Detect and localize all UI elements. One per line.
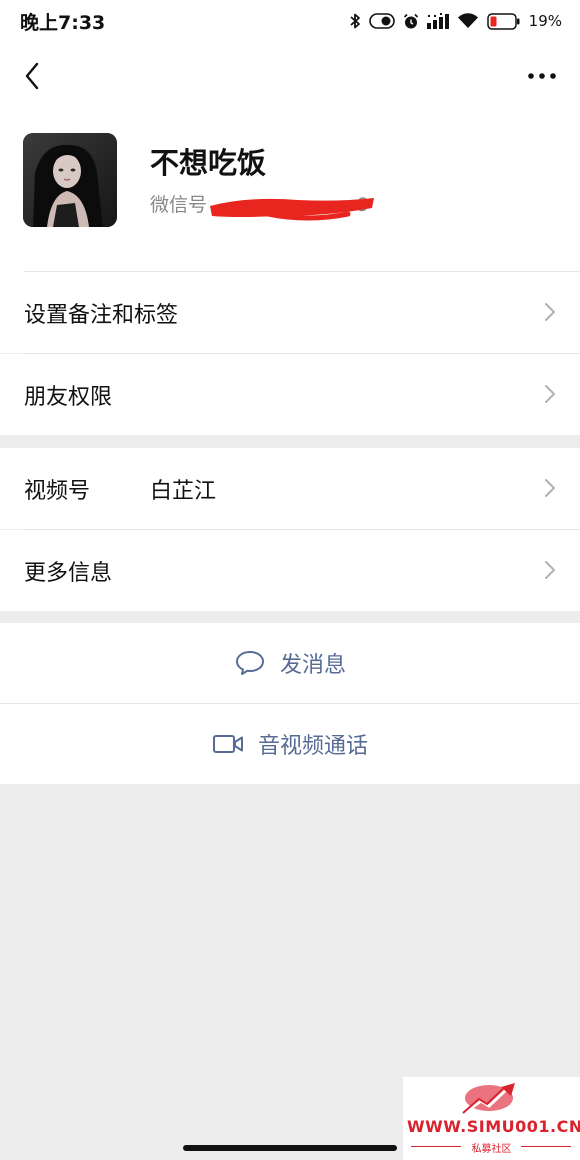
row-friend-permissions-label: 朋友权限 (24, 384, 113, 410)
row-remark-tags[interactable]: 设置备注和标签 (0, 272, 580, 353)
status-icons: 19% (349, 12, 562, 30)
avatar-image (23, 133, 117, 227)
row-more-info[interactable]: 更多信息 (0, 530, 580, 611)
status-bar: 晚上7:33 19% (0, 0, 580, 42)
chevron-right-icon (545, 561, 555, 579)
contact-name: 不想吃饭 (150, 146, 267, 180)
more-dots-icon (528, 73, 556, 79)
cellular-signal-icon (426, 13, 449, 29)
chat-bubble-icon (235, 651, 264, 675)
chevron-right-icon (545, 303, 555, 321)
more-button[interactable] (522, 58, 562, 94)
profile-header: 不想吃饭 微信号9 (0, 108, 580, 272)
send-message-button[interactable]: 发消息 (0, 623, 580, 703)
redaction-scribble (210, 198, 374, 221)
watermark-logo (462, 1083, 515, 1114)
battery-percent: 19% (528, 12, 562, 30)
watermark: WWW.SIMU001.CN 私募社区 (403, 1077, 580, 1160)
watermark-text: WWW.SIMU001.CN (407, 1117, 580, 1136)
chevron-right-icon (545, 385, 555, 403)
row-friend-permissions[interactable]: 朋友权限 (0, 354, 580, 435)
row-channels-value: 白芷江 (150, 478, 217, 504)
chevron-left-icon (25, 62, 39, 90)
row-more-info-label: 更多信息 (24, 560, 113, 586)
alarm-icon (403, 13, 418, 28)
video-call-button[interactable]: 音视频通话 (0, 704, 580, 784)
avatar[interactable] (23, 133, 117, 227)
row-channels[interactable]: 视频号 白芷江 (0, 448, 580, 529)
nav-bar (0, 42, 580, 108)
row-channels-label: 视频号 (24, 478, 91, 504)
home-indicator[interactable] (183, 1145, 397, 1151)
toggle-icon (368, 13, 395, 29)
video-call-label: 音视频通话 (257, 734, 368, 759)
bluetooth-icon (350, 13, 360, 29)
status-time: 晚上7:33 (20, 11, 106, 34)
video-camera-icon (212, 735, 243, 753)
back-button[interactable] (14, 58, 50, 94)
watermark-subtext: 私募社区 (471, 1144, 512, 1155)
row-remark-tags-label: 设置备注和标签 (24, 302, 179, 328)
send-message-label: 发消息 (279, 653, 346, 678)
wifi-icon (457, 13, 478, 28)
wechat-id-label: 微信号 (150, 194, 208, 216)
battery-icon (486, 12, 520, 30)
chevron-right-icon (545, 479, 555, 497)
